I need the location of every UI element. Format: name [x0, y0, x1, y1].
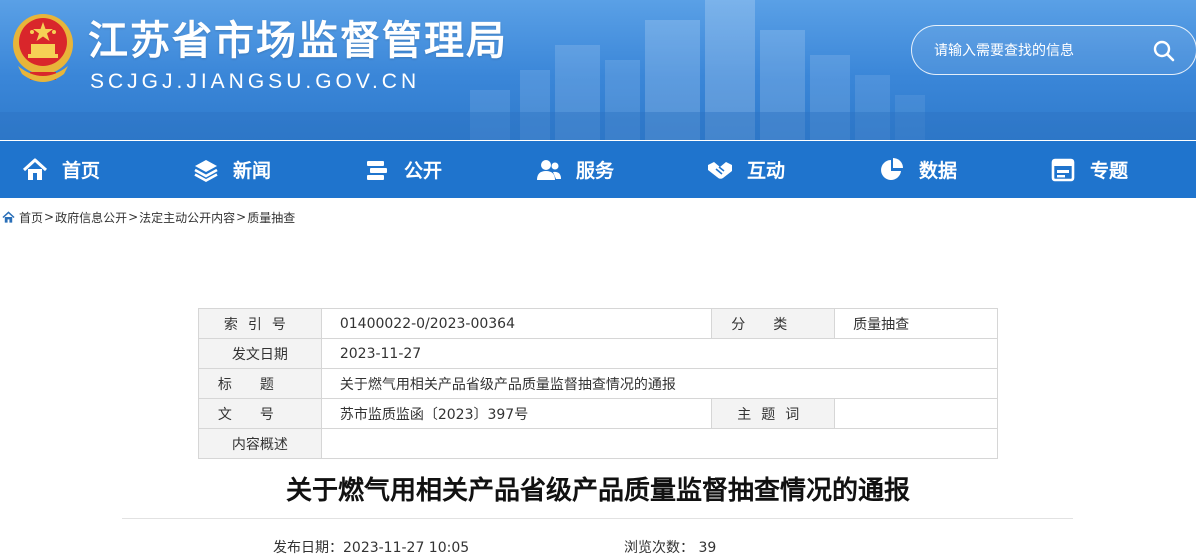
breadcrumb-link-gov-info[interactable]: 政府信息公开	[55, 209, 127, 226]
document-meta-table: 索引号 01400022-0/2023-00364 分类 质量抽查 发文日期 2…	[198, 308, 999, 459]
breadcrumb-separator: >	[128, 210, 139, 224]
nav-label: 公开	[404, 160, 443, 182]
search-icon[interactable]	[1152, 39, 1176, 63]
index-value: 01400022-0/2023-00364	[320, 308, 713, 339]
table-row: 内容概述	[198, 428, 999, 459]
publish-date-label: 发布日期：	[273, 540, 343, 556]
docno-label: 文号	[198, 398, 322, 429]
nav-label: 专题	[1090, 160, 1129, 182]
category-value: 质量抽查	[834, 308, 998, 339]
index-label: 索引号	[198, 308, 322, 339]
nav-item-news[interactable]: 新闻	[193, 141, 271, 198]
handshake-icon	[708, 161, 732, 179]
title-value: 关于燃气用相关产品省级产品质量监督抽查情况的通报	[320, 368, 999, 399]
nav-item-public[interactable]: 公开	[364, 141, 442, 198]
nav-label: 首页	[62, 160, 101, 182]
site-header: 江苏省市场监督管理局 SCJGJ.JIANGSU.GOV.CN	[0, 0, 1196, 140]
view-count: 浏览次数： 39	[624, 537, 716, 557]
breadcrumb-separator: >	[236, 210, 247, 224]
table-row: 文号 苏市监质监函〔2023〕397号 主题词	[198, 398, 998, 429]
search-input[interactable]	[934, 39, 1144, 63]
table-row: 发文日期 2023-11-27	[198, 338, 999, 369]
breadcrumb-link-home[interactable]: 首页	[19, 209, 43, 226]
nav-label: 服务	[576, 160, 615, 182]
nav-label: 新闻	[233, 160, 272, 182]
nav-label: 互动	[747, 160, 786, 182]
summary-label: 内容概述	[198, 428, 322, 459]
layers-icon	[194, 159, 218, 182]
national-emblem-icon	[13, 14, 73, 82]
site-domain: SCJGJ.JIANGSU.GOV.CN	[90, 70, 421, 93]
nav-item-topics[interactable]: 专题	[1050, 141, 1128, 198]
view-count-value: 39	[698, 540, 717, 556]
table-row: 标题 关于燃气用相关产品省级产品质量监督抽查情况的通报	[198, 368, 999, 399]
calendar-icon	[1051, 158, 1075, 181]
pie-chart-icon	[881, 157, 903, 180]
table-row: 索引号 01400022-0/2023-00364 分类 质量抽查	[198, 308, 998, 339]
nav-item-home[interactable]: 首页	[22, 141, 100, 198]
publish-date: 发布日期：2023-11-27 10:05	[273, 537, 469, 557]
subject-label: 主题词	[711, 398, 836, 429]
nav-item-interact[interactable]: 互动	[707, 141, 785, 198]
view-count-label: 浏览次数：	[624, 540, 694, 556]
article-title: 关于燃气用相关产品省级产品质量监督抽查情况的通报	[285, 476, 910, 506]
subject-value	[834, 398, 998, 429]
home-icon	[2, 210, 15, 223]
home-icon	[22, 158, 48, 180]
breadcrumb: 首页 > 政府信息公开 > 法定主动公开内容 > 质量抽查	[2, 208, 295, 226]
breadcrumb-separator: >	[44, 210, 55, 224]
nav-item-data[interactable]: 数据	[879, 141, 957, 198]
date-value: 2023-11-27	[320, 338, 999, 369]
title-label: 标题	[198, 368, 322, 399]
date-label: 发文日期	[198, 338, 322, 369]
divider	[122, 518, 1073, 519]
site-title: 江苏省市场监督管理局	[88, 18, 508, 64]
breadcrumb-link-quality[interactable]: 质量抽查	[247, 209, 295, 226]
main-nav: 首页 新闻 公开 服务 互动 数据 专题	[0, 141, 1196, 198]
summary-value	[320, 428, 999, 459]
search-box	[911, 25, 1196, 75]
nav-item-service[interactable]: 服务	[536, 141, 614, 198]
breadcrumb-link-statutory[interactable]: 法定主动公开内容	[139, 209, 235, 226]
books-icon	[367, 160, 387, 180]
nav-label: 数据	[919, 160, 958, 182]
docno-value: 苏市监质监函〔2023〕397号	[320, 398, 713, 429]
category-label: 分类	[711, 308, 836, 339]
users-icon	[537, 159, 561, 180]
publish-date-value: 2023-11-27 10:05	[343, 540, 470, 556]
